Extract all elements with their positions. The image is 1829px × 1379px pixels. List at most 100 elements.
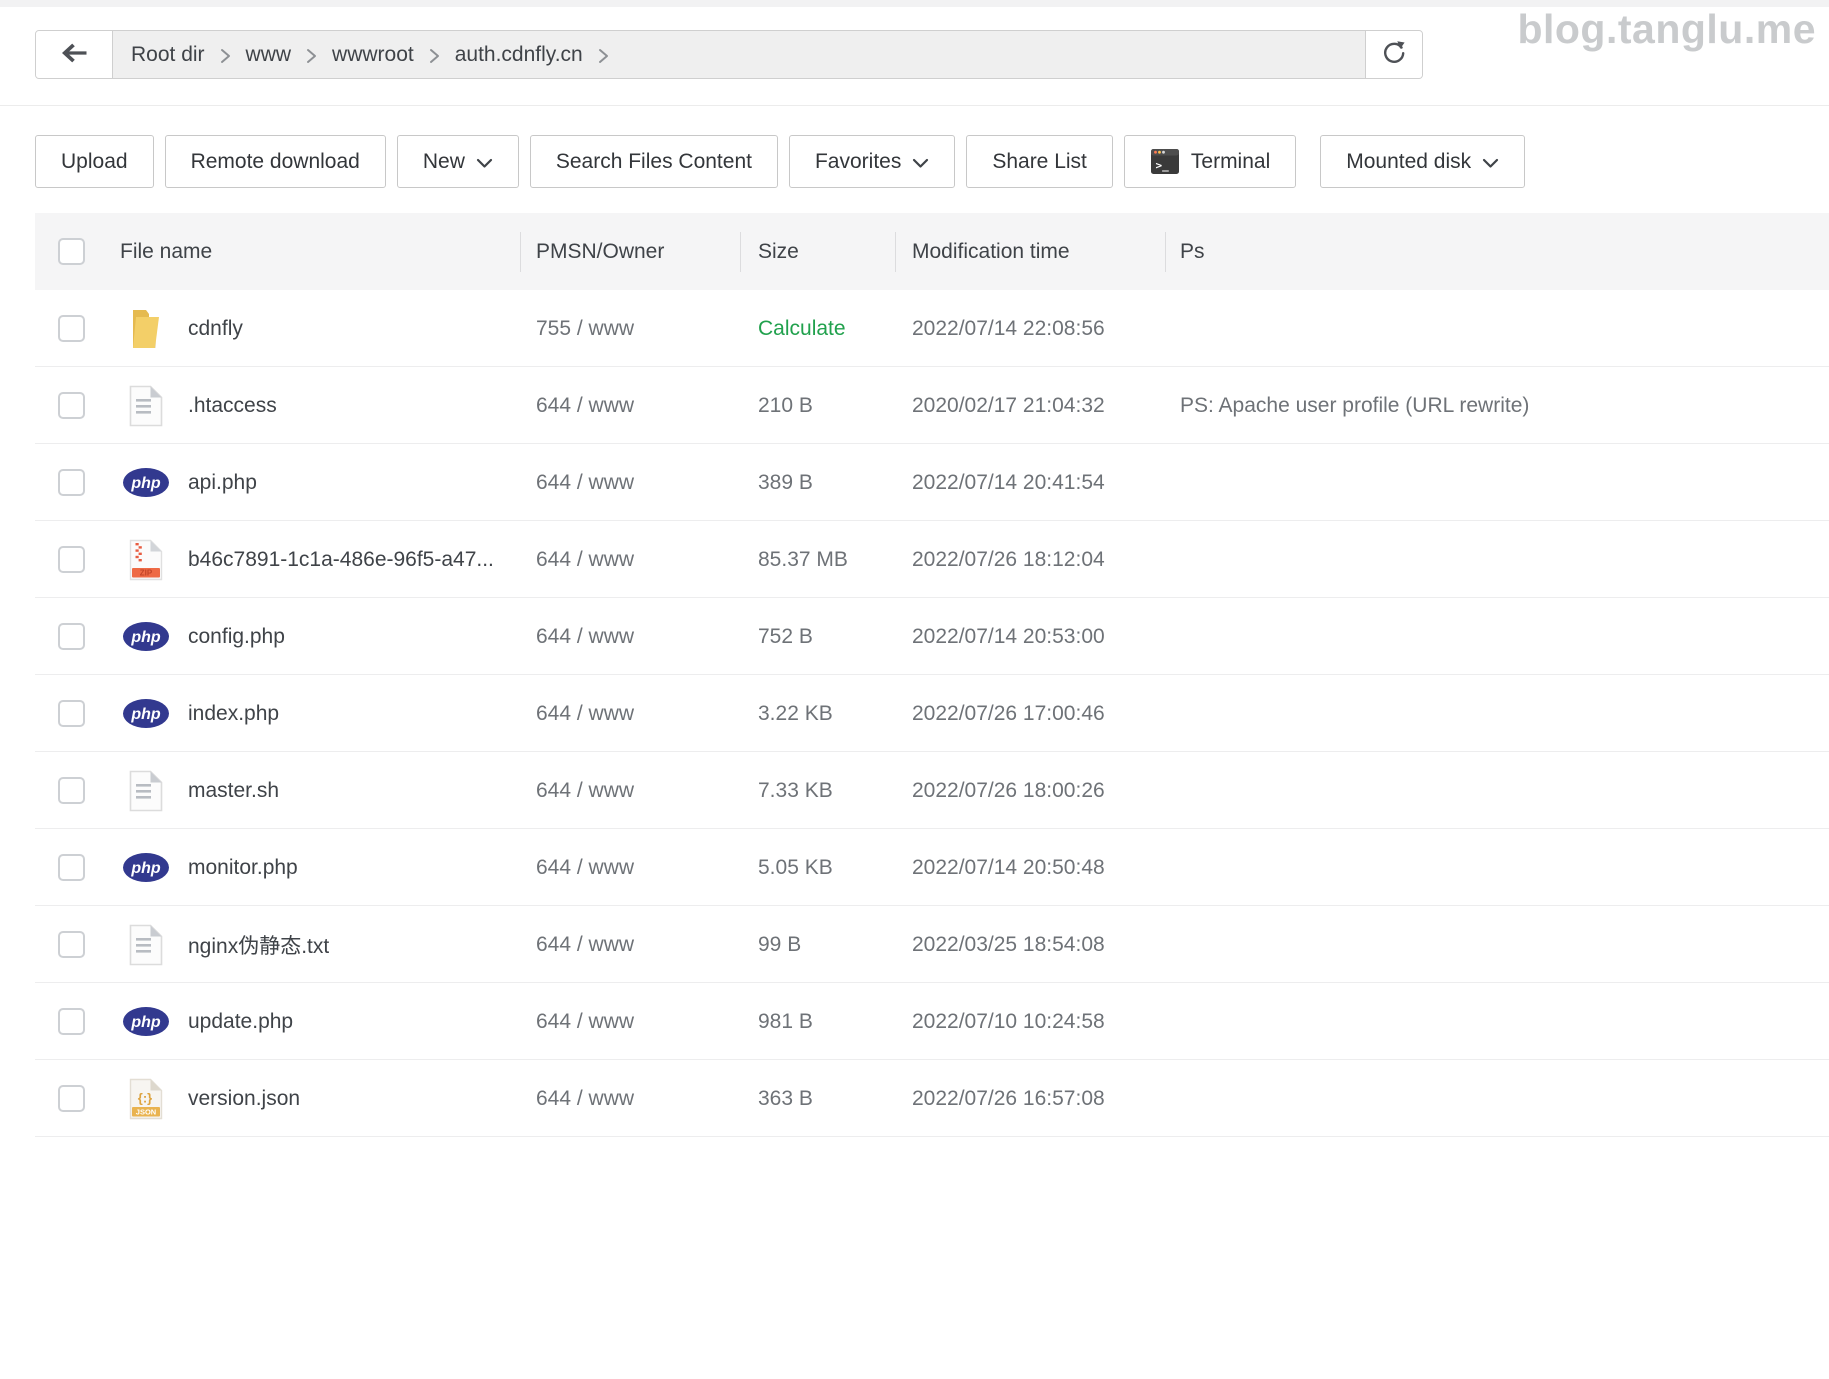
favorites-label: Favorites [815,150,901,174]
file-name-cell: .htaccess [110,385,520,427]
row-checkbox[interactable] [58,469,85,496]
row-checkbox[interactable] [58,546,85,573]
pmsn-owner-value: 644 / www [520,779,740,803]
row-checkbox[interactable] [58,777,85,804]
favorites-button[interactable]: Favorites [789,135,955,188]
size-value: 3.22 KB [740,702,895,726]
terminal-icon: >_ [1150,148,1180,175]
file-row-b46c7891-1c1a-486e-96f5-a47: ZIP b46c7891-1c1a-486e-96f5-a47...644 / … [35,521,1829,598]
table-header: File name PMSN/Owner Size Modification t… [35,213,1829,290]
share-list-button[interactable]: Share List [966,135,1113,188]
search-files-content-label: Search Files Content [556,150,752,174]
php-file-icon: php [122,467,170,498]
breadcrumb: Root dir www wwwroot auth.cdnfly.cn [113,31,1365,78]
file-name[interactable]: b46c7891-1c1a-486e-96f5-a47... [188,548,494,572]
file-name-cell: php index.php [110,698,520,729]
file-row-api-php: php api.php644 / www389 B2022/07/14 20:4… [35,444,1829,521]
row-checkbox-cell [35,854,110,881]
column-header-size: Size [740,213,895,290]
row-checkbox[interactable] [58,931,85,958]
file-name-cell: php update.php [110,1006,520,1037]
pmsn-owner-value: 644 / www [520,394,740,418]
upload-button[interactable]: Upload [35,135,154,188]
file-row-config-php: php config.php644 / www752 B2022/07/14 2… [35,598,1829,675]
pmsn-owner-value: 644 / www [520,933,740,957]
file-name[interactable]: .htaccess [188,394,277,418]
svg-text:php: php [130,706,161,723]
size-value: 99 B [740,933,895,957]
file-name-cell: ZIP b46c7891-1c1a-486e-96f5-a47... [110,539,520,581]
row-checkbox[interactable] [58,854,85,881]
remote-download-button[interactable]: Remote download [165,135,386,188]
svg-text:php: php [130,1014,161,1031]
row-checkbox-cell [35,1085,110,1112]
file-name-cell: master.sh [110,770,520,812]
select-all-checkbox[interactable] [58,238,85,265]
svg-text:>_: >_ [1155,159,1169,172]
column-header-pmsn-owner: PMSN/Owner [520,213,740,290]
text-file-icon [122,385,170,427]
row-checkbox[interactable] [58,700,85,727]
size-value: 210 B [740,394,895,418]
modification-time-value: 2022/07/14 20:41:54 [895,471,1165,495]
breadcrumb-item-root-dir[interactable]: Root dir [131,43,205,67]
file-table: File name PMSN/Owner Size Modification t… [35,213,1829,1137]
breadcrumb-separator-icon [306,48,317,64]
row-checkbox-cell [35,777,110,804]
refresh-button[interactable] [1365,31,1422,78]
pmsn-owner-value: 644 / www [520,625,740,649]
file-row-update-php: php update.php644 / www981 B2022/07/10 1… [35,983,1829,1060]
size-value: 981 B [740,1010,895,1034]
row-checkbox-cell [35,623,110,650]
file-name[interactable]: monitor.php [188,856,298,880]
size-value: 7.33 KB [740,779,895,803]
upload-label: Upload [61,150,128,174]
breadcrumb-item-auth-cdnfly-cn[interactable]: auth.cdnfly.cn [455,43,583,67]
file-name[interactable]: update.php [188,1010,293,1034]
folder-file-icon [122,308,170,350]
chevron-down-icon [1482,158,1499,169]
php-file-icon: php [122,852,170,883]
breadcrumb-item-www[interactable]: www [246,43,292,67]
row-checkbox-cell [35,931,110,958]
file-name[interactable]: config.php [188,625,285,649]
row-checkbox[interactable] [58,1008,85,1035]
row-checkbox[interactable] [58,392,85,419]
file-name-cell: php monitor.php [110,852,520,883]
size-value: 363 B [740,1087,895,1111]
json-file-icon: {:} JSON [122,1078,170,1120]
zip-file-icon: ZIP [122,539,170,581]
file-name[interactable]: index.php [188,702,279,726]
back-button[interactable] [36,31,113,78]
column-header-modification-time: Modification time [895,213,1165,290]
file-name[interactable]: version.json [188,1087,300,1111]
terminal-button[interactable]: >_ Terminal [1124,135,1296,188]
php-file-icon: php [122,621,170,652]
modification-time-value: 2022/07/14 20:53:00 [895,625,1165,649]
file-name[interactable]: api.php [188,471,257,495]
modification-time-value: 2022/03/25 18:54:08 [895,933,1165,957]
breadcrumb-item-wwwroot[interactable]: wwwroot [332,43,414,67]
header-checkbox-cell [35,213,110,290]
mounted-disk-button[interactable]: Mounted disk [1320,135,1525,188]
svg-text:JSON: JSON [136,1107,156,1116]
file-row-nginx-txt: nginx伪静态.txt 644 / www99 B2022/03/25 18:5… [35,906,1829,983]
row-checkbox[interactable] [58,315,85,342]
file-name-cell: {:} JSON version.json [110,1078,520,1120]
toolbar: Upload Remote downloadNew Search Files Co… [35,135,1525,188]
php-file-icon: php [122,698,170,729]
row-checkbox[interactable] [58,623,85,650]
row-checkbox[interactable] [58,1085,85,1112]
search-files-content-button[interactable]: Search Files Content [530,135,778,188]
calculate-size-link[interactable]: Calculate [740,317,895,341]
file-name[interactable]: master.sh [188,779,279,803]
file-name[interactable]: nginx伪静态.txt [188,930,329,960]
file-name[interactable]: cdnfly [188,317,243,341]
file-row-monitor-php: php monitor.php644 / www5.05 KB2022/07/1… [35,829,1829,906]
modification-time-value: 2020/02/17 21:04:32 [895,394,1165,418]
breadcrumb-separator-icon [598,48,609,64]
refresh-icon [1380,39,1408,70]
new-button[interactable]: New [397,135,519,188]
row-checkbox-cell [35,392,110,419]
breadcrumb-separator-icon [220,48,231,64]
